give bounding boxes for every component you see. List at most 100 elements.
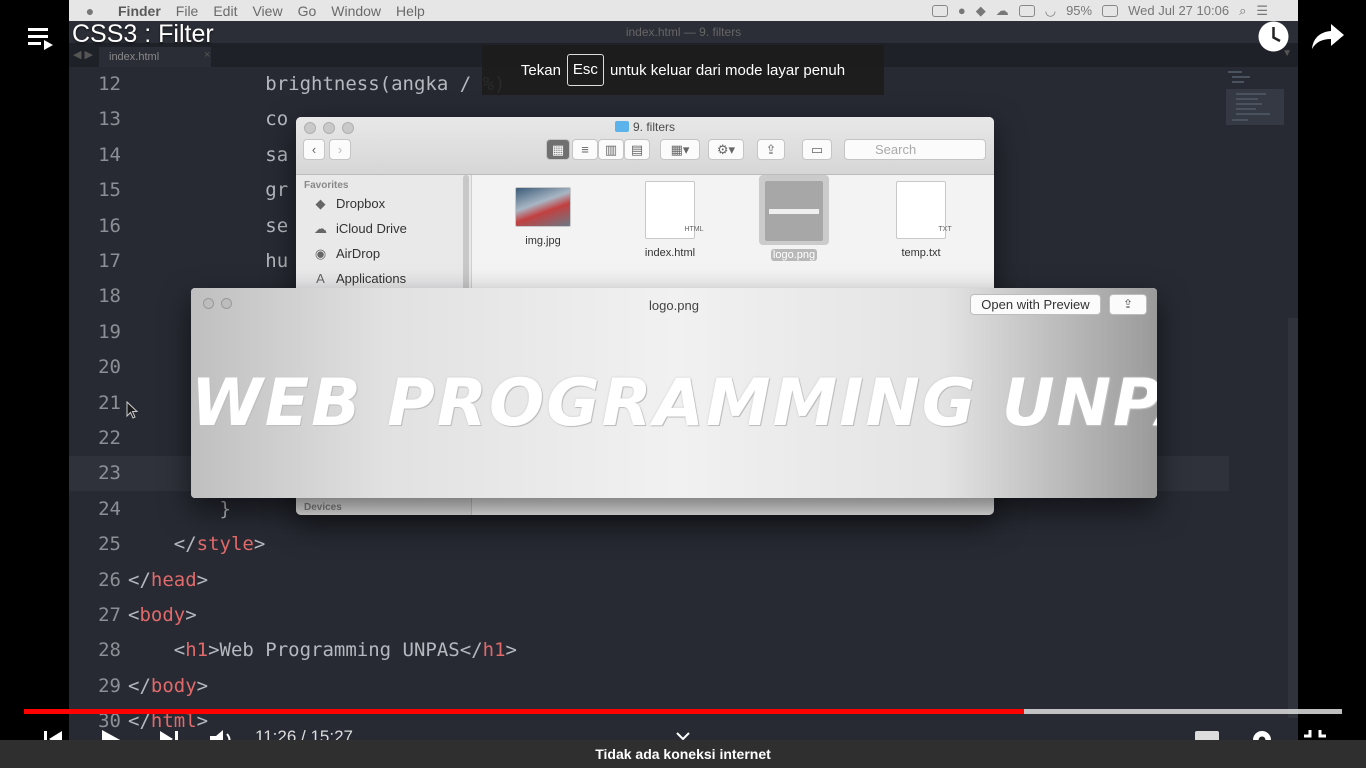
wifi-icon: ◡ <box>1044 2 1057 18</box>
finder-titlebar: 9. filters ‹ › ▦ ≡ ▥ ▤ ▦▾ ⚙▾ ⇪ ▭ Search <box>296 117 994 175</box>
menu-edit: Edit <box>213 2 238 19</box>
player-controls: 11:26 / 15:27 <box>0 720 1366 740</box>
camera-icon <box>931 4 948 17</box>
line-number: 18 <box>98 285 121 308</box>
line-number: 15 <box>98 179 121 202</box>
menu-go: Go <box>297 2 317 19</box>
image-thumbnail <box>515 187 571 227</box>
chevron-down-icon[interactable] <box>676 732 690 740</box>
line-number: 19 <box>98 320 121 343</box>
share-button: ⇪ <box>757 139 785 160</box>
logo-thumbnail <box>765 181 823 241</box>
forward-button: › <box>329 139 351 160</box>
open-with-preview-button: Open with Preview <box>970 294 1101 315</box>
code-text: </style> <box>128 533 266 556</box>
play-icon[interactable] <box>98 728 124 740</box>
document-icon: TXT <box>896 181 952 239</box>
watch-later-icon[interactable] <box>1257 20 1290 53</box>
apple-icon: ● <box>85 2 95 19</box>
screen-icon <box>1018 4 1035 17</box>
airdrop-icon: ◉ <box>314 246 327 261</box>
fullscreen-notice: Tekan Esc untuk keluar dari mode layar p… <box>482 45 884 95</box>
file-name: temp.txt <box>901 247 941 259</box>
code-text: gr <box>128 179 289 202</box>
dropbox-icon: ◆ <box>315 196 326 211</box>
spotlight-icon: ⌕ <box>1239 2 1247 18</box>
menu-app-name: Finder <box>118 2 161 19</box>
finder-search-field: Search <box>844 139 986 160</box>
icon-view-button: ▦ <box>546 139 570 160</box>
subtitles-icon[interactable] <box>1194 730 1220 740</box>
line-number: 22 <box>98 427 121 449</box>
code-line: 27 <body> <box>69 598 1229 633</box>
line-number: 12 <box>98 73 121 95</box>
exit-fullscreen-icon[interactable] <box>1302 728 1328 740</box>
line-number: 29 <box>98 674 121 697</box>
code-text: brightness(angka / %) <box>128 73 506 95</box>
share-icon[interactable] <box>1310 20 1346 53</box>
file-name: img.jpg <box>525 235 561 247</box>
file-item-logo-png: logo.png <box>759 175 829 261</box>
line-number: 13 <box>98 108 121 131</box>
arrange-button: ▦▾ <box>660 139 700 160</box>
progress-played <box>24 709 1025 714</box>
file-name: index.html <box>644 247 696 259</box>
previous-icon[interactable] <box>42 728 64 740</box>
progress-bar[interactable] <box>24 709 1342 714</box>
datetime: Wed Jul 27 10:06 <box>1128 3 1230 18</box>
code-text: co <box>128 108 289 131</box>
battery-label: 95% <box>1066 3 1093 18</box>
line-number: 26 <box>98 568 121 591</box>
sidebar-item-icloud-drive: ☁ iCloud Drive <box>296 216 471 241</box>
sidebar-item-dropbox: ◆ Dropbox <box>296 191 471 216</box>
code-line: 28 <h1>Web Programming UNPAS</h1> <box>69 633 1229 668</box>
code-text: se <box>128 214 289 237</box>
menu-file: File <box>175 2 199 19</box>
minimap <box>1224 67 1288 127</box>
line-number: 24 <box>98 497 121 520</box>
line-number: 21 <box>98 391 121 414</box>
dropbox-icon: ◆ <box>975 2 986 18</box>
playlist-icon[interactable] <box>27 24 55 52</box>
video-title[interactable]: CSS3 : Filter <box>72 20 214 49</box>
time-display: 11:26 / 15:27 <box>255 727 353 740</box>
menubar-status-area: ● ◆ ☁ ◡ 95% Wed Jul 27 10:06 ⌕ ☰ <box>931 0 1268 21</box>
next-icon[interactable] <box>158 728 180 740</box>
sidebar-item-label: Applications <box>336 271 407 286</box>
code-line: 25 </style> <box>69 527 1229 562</box>
logo-image-text: WEB PROGRAMMING UNPAS <box>191 366 1157 441</box>
finder-title-label: 9. filters <box>632 120 675 134</box>
offline-notice: Tidak ada koneksi internet <box>0 740 1366 768</box>
line-number: 27 <box>98 604 121 626</box>
line-number: 20 <box>98 356 121 379</box>
code-text: hu <box>128 250 289 272</box>
line-number: 28 <box>98 639 121 662</box>
code-line: 26 </head> <box>69 563 1229 598</box>
video-frame[interactable]: ● Finder File Edit View Go Window Help ●… <box>69 0 1298 740</box>
volume-icon[interactable] <box>208 728 236 740</box>
location-icon: ● <box>957 3 966 18</box>
applications-icon: A <box>316 271 325 286</box>
esc-key-hint: Esc <box>566 54 604 86</box>
menu-help: Help <box>396 2 425 19</box>
back-button: ‹ <box>303 139 325 160</box>
finder-title: 9. filters <box>296 120 994 134</box>
close-icon: × <box>204 49 211 61</box>
list-view-button: ≡ <box>572 139 598 160</box>
notification-icon: ☰ <box>1256 2 1268 18</box>
line-number: 25 <box>98 533 121 556</box>
folder-icon <box>614 121 629 132</box>
menu-window: Window <box>331 2 382 19</box>
settings-icon[interactable] <box>1250 728 1274 740</box>
code-text: </body> <box>128 674 209 697</box>
file-name: logo.png <box>770 249 818 261</box>
file-item-index-html: HTML index.html <box>635 175 705 261</box>
file-ext: HTML <box>684 226 704 233</box>
line-number: 17 <box>98 250 121 272</box>
share-icon: ⇪ <box>1109 294 1147 315</box>
progress-buffered <box>1024 709 1342 714</box>
sidebar-section-devices: Devices <box>304 502 342 513</box>
line-number: 14 <box>98 143 121 166</box>
finder-search-placeholder: Search <box>875 142 917 157</box>
file-item-temp-txt: TXT temp.txt <box>886 175 956 261</box>
